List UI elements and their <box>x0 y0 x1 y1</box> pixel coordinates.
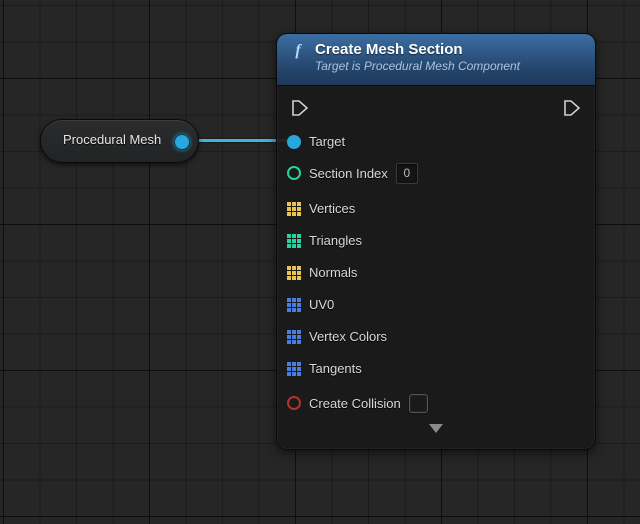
label-uv0: UV0 <box>309 297 334 312</box>
node-header[interactable]: f Create Mesh Section Target is Procedur… <box>277 34 595 86</box>
pin-section-index[interactable] <box>287 166 301 180</box>
pin-uv0[interactable] <box>287 298 301 312</box>
pin-vertices[interactable] <box>287 202 301 216</box>
node-title: Create Mesh Section <box>315 41 520 58</box>
label-vertex-colors: Vertex Colors <box>309 329 387 344</box>
input-section-index-value: 0 <box>403 166 410 180</box>
pin-triangles[interactable] <box>287 234 301 248</box>
label-vertices: Vertices <box>309 201 355 216</box>
label-section-index: Section Index <box>309 166 388 181</box>
node-body: Target Section Index 0 Vertices Triangle… <box>277 86 595 438</box>
pin-exec-in[interactable] <box>291 99 309 117</box>
pin-normals[interactable] <box>287 266 301 280</box>
label-normals: Normals <box>309 265 357 280</box>
checkbox-create-collision[interactable] <box>409 394 428 413</box>
variable-node-label: Procedural Mesh <box>63 132 161 147</box>
node-variable-procedural-mesh[interactable]: Procedural Mesh <box>40 119 199 163</box>
expand-node-button[interactable] <box>287 420 585 436</box>
label-create-collision: Create Collision <box>309 396 401 411</box>
chevron-down-icon <box>429 424 443 433</box>
pin-output-procedural-mesh[interactable] <box>174 134 190 150</box>
pin-create-collision[interactable] <box>287 396 301 410</box>
function-icon: f <box>289 42 307 60</box>
label-triangles: Triangles <box>309 233 362 248</box>
pin-vertex-colors[interactable] <box>287 330 301 344</box>
input-section-index[interactable]: 0 <box>396 163 418 184</box>
node-subtitle: Target is Procedural Mesh Component <box>315 60 520 74</box>
label-target: Target <box>309 134 345 149</box>
pin-exec-out[interactable] <box>563 99 581 117</box>
pin-target[interactable] <box>287 135 301 149</box>
pin-tangents[interactable] <box>287 362 301 376</box>
label-tangents: Tangents <box>309 361 362 376</box>
node-create-mesh-section[interactable]: f Create Mesh Section Target is Procedur… <box>276 33 596 450</box>
